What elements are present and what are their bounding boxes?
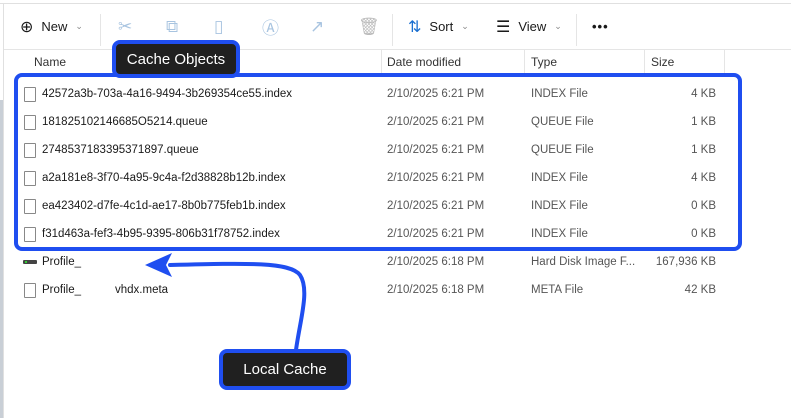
arrow-head [145,253,172,277]
arrow-path [168,261,307,352]
local-cache-label: Local Cache [219,349,351,390]
arrow-annotation [145,253,307,352]
